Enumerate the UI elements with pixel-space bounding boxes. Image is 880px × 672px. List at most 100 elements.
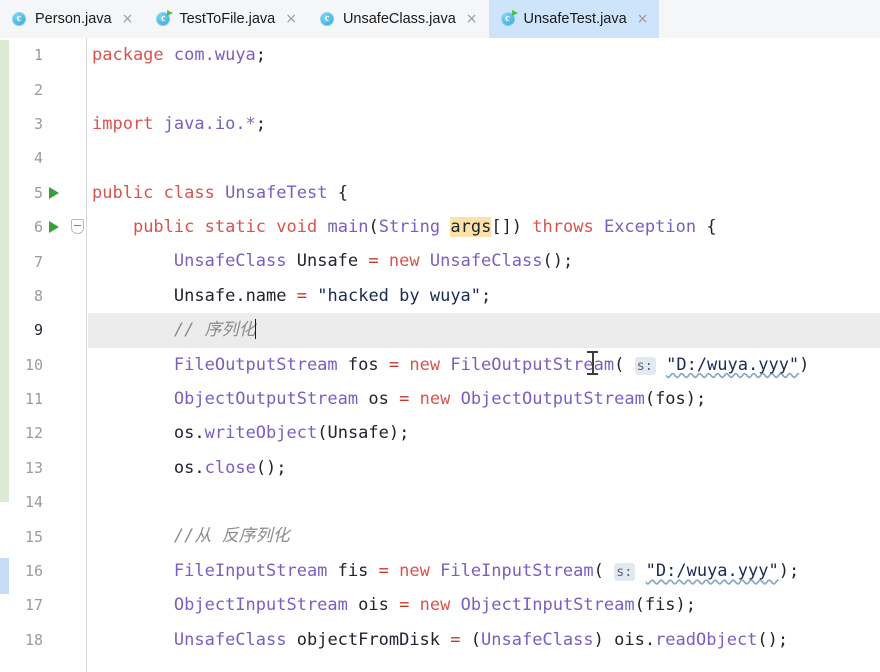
run-method-gutter-icon[interactable] (49, 221, 59, 234)
line-number: 4 (33, 149, 43, 168)
vcs-marker-added[interactable] (0, 40, 9, 502)
code-line[interactable]: Unsafe.name = "hacked by wuya"; (88, 279, 880, 313)
token-keyword: package (92, 45, 164, 65)
code-line[interactable]: FileInputStream fis = new FileInputStrea… (88, 554, 880, 588)
token-space: ( (460, 629, 482, 650)
token-call: (); (542, 251, 574, 272)
code-text-area[interactable]: package com.wuya; import java.io.*; publ… (88, 38, 880, 672)
editor-tab-unsafeclass[interactable]: c UnsafeClass.java × (308, 0, 489, 38)
parameter-hint[interactable]: s: (614, 562, 636, 581)
token-import-name: java.io.* (163, 113, 256, 134)
close-icon[interactable]: × (466, 12, 478, 26)
line-number: 2 (33, 80, 43, 99)
token-dot: . (194, 457, 205, 478)
code-line[interactable]: os.writeObject(Unsafe); (88, 416, 880, 450)
token-keyword: throws (532, 216, 594, 237)
token-semicolon: ; (255, 45, 267, 65)
code-line[interactable]: UnsafeClass objectFromDisk = (UnsafeClas… (88, 623, 880, 657)
token-variable: objectFromDisk (296, 629, 441, 650)
editor-tab-unsafetest[interactable]: c UnsafeTest.java × (488, 0, 660, 38)
token-method-name: close (204, 457, 256, 478)
line-number: 3 (33, 114, 43, 133)
java-class-icon: c (319, 11, 336, 27)
code-line[interactable]: import java.io.*; (88, 107, 880, 141)
code-line[interactable]: FileOutputStream fos = new FileOutputStr… (88, 348, 880, 382)
vcs-marker-modified[interactable] (0, 558, 9, 594)
line-number: 16 (24, 562, 43, 581)
code-line[interactable]: os.close(); (88, 451, 880, 485)
fold-collapse-icon[interactable] (71, 219, 84, 234)
token-variable: ois (358, 595, 389, 616)
code-line[interactable] (88, 72, 880, 106)
token-string-literal: "D:/wuya.yyy" (666, 354, 800, 375)
token-variable: fos (655, 388, 686, 409)
code-line[interactable] (88, 141, 880, 175)
line-number: 14 (24, 493, 43, 512)
token-variable: os (173, 457, 195, 478)
run-class-gutter-icon[interactable] (49, 186, 59, 199)
editor-tab-testtofile[interactable]: c TestToFile.java × (144, 0, 308, 38)
code-fold-column[interactable] (67, 38, 87, 672)
token-operator: = (368, 251, 379, 272)
close-icon[interactable]: × (285, 12, 297, 26)
code-line[interactable]: //从 反序列化 (88, 519, 880, 553)
line-number: 10 (24, 355, 43, 374)
code-line[interactable]: ObjectOutputStream os = new ObjectOutput… (88, 382, 880, 416)
line-number: 12 (24, 424, 43, 443)
code-line[interactable]: public class UnsafeTest { (88, 176, 880, 210)
token-paren: ( (368, 216, 379, 237)
code-line[interactable]: public static void main(String args[]) t… (88, 210, 880, 244)
code-line-current[interactable]: // 序列化 (88, 313, 880, 348)
editor-tab-label: TestToFile.java (179, 11, 276, 27)
token-type: FileInputStream (440, 560, 594, 581)
line-number: 9 (33, 321, 43, 340)
token-keyword: new (419, 595, 451, 616)
editor-tab-label: Person.java (35, 11, 112, 27)
token-keyword: new (399, 560, 430, 581)
editor-tab-person[interactable]: c Person.java × (0, 0, 144, 38)
token-keyword: public (132, 216, 195, 237)
token-method-name: main (327, 216, 369, 237)
token-field: name (245, 285, 287, 306)
token-brace: { (696, 216, 717, 237)
parameter-hint[interactable]: s: (634, 356, 656, 375)
token-variable: Unsafe (327, 423, 389, 444)
vcs-change-strip[interactable] (0, 38, 9, 672)
code-line[interactable]: UnsafeClass Unsafe = new UnsafeClass(); (88, 244, 880, 278)
token-brace: { (327, 182, 348, 203)
code-line[interactable]: package com.wuya; (88, 38, 880, 72)
close-icon[interactable]: × (122, 12, 134, 26)
code-line[interactable] (88, 485, 880, 519)
token-semicolon: ; (255, 113, 267, 134)
token-type: FileOutputStream (173, 354, 338, 375)
token-type: FileOutputStream (450, 354, 615, 375)
token-variable: fis (644, 595, 676, 616)
token-operator: = (378, 560, 389, 581)
token-paren: ( (317, 423, 328, 444)
editor-tab-bar: c Person.java × c TestToFile.java × c Un… (0, 0, 880, 38)
code-line[interactable]: ObjectInputStream ois = new ObjectInputS… (88, 588, 880, 622)
close-icon[interactable]: × (637, 12, 649, 26)
token-operator: = (399, 595, 410, 616)
token-dot: . (644, 629, 656, 650)
